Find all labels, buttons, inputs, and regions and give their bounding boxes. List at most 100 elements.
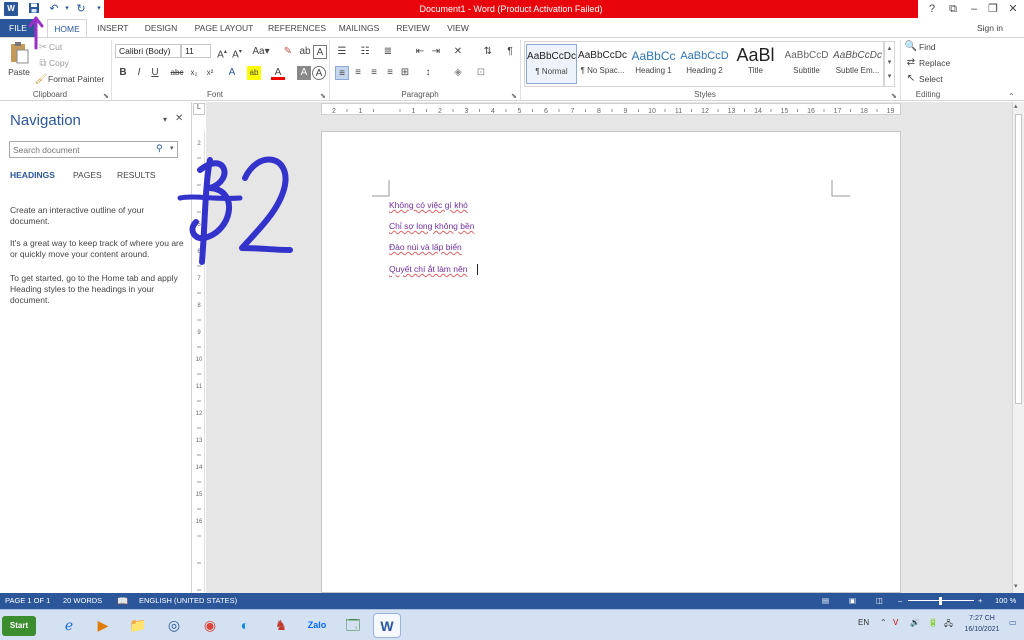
- help-button[interactable]: ?: [922, 1, 942, 17]
- edge-icon[interactable]: ◐: [231, 613, 259, 638]
- borders-icon[interactable]: ⊡: [474, 66, 488, 80]
- find-button[interactable]: Find: [919, 42, 936, 52]
- clear-formatting-icon[interactable]: ✎: [281, 45, 295, 59]
- word-app-icon[interactable]: W: [4, 2, 18, 16]
- tab-review[interactable]: REVIEW: [392, 19, 434, 37]
- paste-button[interactable]: Paste: [6, 41, 32, 85]
- increase-indent-icon[interactable]: ⇥: [429, 45, 443, 59]
- save-icon[interactable]: [27, 2, 41, 16]
- nav-tab-results[interactable]: RESULTS: [117, 170, 156, 180]
- distributed-icon[interactable]: ⊞: [398, 66, 412, 80]
- strikethrough-icon[interactable]: abc: [170, 66, 184, 80]
- tab-insert[interactable]: INSERT: [93, 19, 133, 37]
- asian-layout-icon[interactable]: ✕: [451, 45, 465, 59]
- ribbon-display-options-icon[interactable]: ⧉: [943, 1, 963, 17]
- app-window-icon[interactable]: 🗔: [339, 613, 367, 638]
- enclose-characters-icon[interactable]: A: [312, 66, 326, 80]
- web-layout-icon[interactable]: ◫: [876, 593, 883, 609]
- character-shading-icon[interactable]: A: [297, 66, 311, 80]
- bullets-icon[interactable]: ☰: [335, 45, 349, 59]
- style-subtle-emphasis[interactable]: AaBbCcDc Subtle Em...: [832, 44, 883, 84]
- restore-button[interactable]: ❐: [983, 1, 1003, 17]
- subscript-icon[interactable]: x₂: [187, 66, 201, 80]
- scroll-thumb[interactable]: [1015, 114, 1022, 404]
- tab-design[interactable]: DESIGN: [141, 19, 181, 37]
- input-language[interactable]: EN: [858, 618, 869, 627]
- tab-references[interactable]: REFERENCES: [266, 19, 328, 37]
- word-taskbar-icon[interactable]: W: [373, 613, 401, 638]
- horizontal-ruler[interactable]: 2 1 1 2 3 4 5 6 7 8 9 10 11 12 13 14 15 16 17 18 19: [321, 103, 904, 115]
- start-button[interactable]: Start: [2, 616, 36, 636]
- chrome-icon[interactable]: ◉: [196, 613, 224, 638]
- underline-icon[interactable]: U: [148, 66, 162, 80]
- font-name-dropdown[interactable]: Calibri (Body): [115, 44, 181, 58]
- replace-button[interactable]: Replace: [919, 58, 950, 68]
- decrease-indent-icon[interactable]: ⇤: [413, 45, 427, 59]
- word-count[interactable]: 20 WORDS: [63, 593, 102, 609]
- phonetic-guide-icon[interactable]: ab: [298, 45, 312, 59]
- text-effects-icon[interactable]: A: [225, 66, 239, 80]
- numbering-icon[interactable]: ☷: [358, 45, 372, 59]
- internet-explorer-icon[interactable]: ℯ: [55, 613, 83, 638]
- cut-button[interactable]: Cut: [49, 42, 62, 52]
- tab-mailings[interactable]: MAILINGS: [336, 19, 382, 37]
- close-button[interactable]: ✕: [1003, 1, 1023, 17]
- change-case-icon[interactable]: Aa▾: [251, 45, 271, 59]
- search-document-input[interactable]: [9, 141, 178, 158]
- style-title[interactable]: AaBl Title: [730, 44, 781, 84]
- network-app-icon[interactable]: ◎: [160, 613, 188, 638]
- collapse-ribbon-icon[interactable]: ⌃: [1008, 92, 1015, 101]
- file-explorer-icon[interactable]: 📁: [124, 613, 152, 638]
- justify-icon[interactable]: ≡: [383, 66, 397, 80]
- tab-page-layout[interactable]: PAGE LAYOUT: [190, 19, 258, 37]
- character-border-icon[interactable]: A: [313, 45, 327, 59]
- doc-line[interactable]: Đào núi và lấp biển: [389, 242, 462, 252]
- align-center-icon[interactable]: ≡: [351, 66, 365, 80]
- format-painter-button[interactable]: Format Painter: [48, 74, 104, 84]
- proofing-icon[interactable]: 📖: [117, 593, 128, 609]
- tab-view[interactable]: VIEW: [442, 19, 474, 37]
- tab-selector[interactable]: L: [193, 103, 205, 115]
- style-heading-2[interactable]: AaBbCcD Heading 2: [679, 44, 730, 84]
- align-left-icon[interactable]: ≡: [335, 66, 349, 80]
- style-subtitle[interactable]: AaBbCcD Subtitle: [781, 44, 832, 84]
- scroll-up-icon[interactable]: ▴: [1014, 102, 1018, 110]
- zoom-level[interactable]: 100 %: [995, 593, 1016, 609]
- nav-close-icon[interactable]: ✕: [175, 113, 183, 124]
- style-heading-1[interactable]: AaBbCc Heading 1: [628, 44, 679, 84]
- paragraph-launcher-icon[interactable]: ⬊: [511, 92, 517, 100]
- font-color-icon[interactable]: A: [271, 66, 285, 80]
- doc-line[interactable]: Không có việc gì khó: [389, 200, 468, 210]
- media-player-icon[interactable]: ▶: [89, 613, 117, 638]
- zoom-slider-thumb[interactable]: [939, 597, 942, 605]
- read-mode-icon[interactable]: ▤: [822, 593, 829, 609]
- bold-icon[interactable]: B: [116, 66, 130, 80]
- line-spacing-icon[interactable]: ↕: [421, 66, 435, 80]
- volume-icon[interactable]: 🔊: [910, 618, 920, 627]
- taskbar-clock[interactable]: 7:27 CH 16/10/2021: [960, 613, 1004, 635]
- zoom-in-icon[interactable]: +: [978, 593, 982, 609]
- font-launcher-icon[interactable]: ⬊: [320, 92, 326, 100]
- nav-tab-headings[interactable]: HEADINGS: [10, 170, 55, 180]
- tab-home[interactable]: HOME: [47, 19, 87, 37]
- redo-icon[interactable]: ↻: [74, 2, 88, 16]
- power-icon[interactable]: 🔋: [928, 618, 938, 627]
- unikey-icon[interactable]: V: [893, 618, 898, 627]
- sign-in-link[interactable]: Sign in: [970, 19, 1010, 37]
- clipboard-launcher-icon[interactable]: ⬊: [103, 92, 109, 100]
- show-formatting-icon[interactable]: ¶: [503, 45, 517, 59]
- italic-icon[interactable]: I: [132, 66, 146, 80]
- vertical-scrollbar[interactable]: ▴ ▾: [1012, 102, 1024, 593]
- vertical-ruler[interactable]: 2 3 4 5 6 7 8 9 10 11 12 13 14 15 16: [193, 130, 205, 592]
- styles-scroll[interactable]: ▴ ▾ ▾: [884, 41, 895, 87]
- nav-options-icon[interactable]: ▾: [163, 115, 167, 124]
- minimize-button[interactable]: –: [964, 1, 984, 17]
- page-count[interactable]: PAGE 1 OF 1: [5, 593, 50, 609]
- highlight-color-icon[interactable]: ab: [247, 66, 261, 80]
- search-icon[interactable]: ⚲: [156, 143, 163, 154]
- nav-tab-pages[interactable]: PAGES: [73, 170, 102, 180]
- tray-expand-icon[interactable]: ⌃: [880, 618, 887, 627]
- font-size-dropdown[interactable]: 11: [181, 44, 211, 58]
- language-status[interactable]: ENGLISH (UNITED STATES): [139, 593, 237, 609]
- scroll-down-icon[interactable]: ▾: [1014, 582, 1018, 590]
